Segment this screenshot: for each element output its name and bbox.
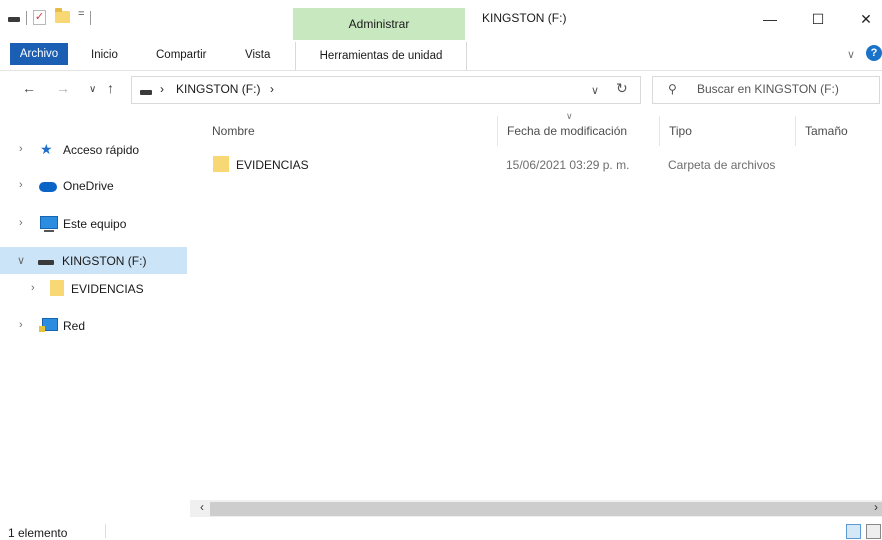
tab-herramientas-de-unidad[interactable]: Herramientas de unidad	[295, 42, 467, 70]
column-divider[interactable]	[659, 116, 660, 146]
breadcrumb-location[interactable]: KINGSTON (F:)	[176, 82, 260, 96]
address-dropdown-icon[interactable]: ∨	[591, 84, 599, 97]
toolbar-divider	[90, 11, 91, 25]
column-header-fecha[interactable]: Fecha de modificación	[507, 124, 627, 138]
forward-button[interactable]: →	[56, 80, 70, 96]
sidebar-item-label: OneDrive	[63, 179, 114, 193]
column-divider[interactable]	[795, 116, 796, 146]
close-button[interactable]: ✕	[844, 6, 882, 32]
column-header-tamano[interactable]: Tamaño	[805, 124, 848, 138]
scrollbar-thumb[interactable]	[210, 502, 882, 516]
sidebar-item-label: Este equipo	[63, 217, 127, 231]
tab-inicio[interactable]: Inicio	[83, 44, 126, 66]
column-header-tipo[interactable]: Tipo	[669, 124, 692, 138]
folder-icon	[50, 280, 64, 296]
search-icon: ⚲	[668, 82, 677, 96]
sidebar-item-kingston[interactable]: ∨ KINGSTON (F:)	[0, 247, 187, 274]
this-pc-icon	[40, 216, 58, 229]
sidebar-item-label: KINGSTON (F:)	[62, 254, 147, 268]
chevron-right-icon[interactable]: ›	[31, 282, 35, 294]
sidebar-item-evidencias[interactable]: › EVIDENCIAS	[0, 276, 187, 302]
file-name[interactable]: EVIDENCIAS	[236, 158, 309, 172]
search-placeholder[interactable]: Buscar en KINGSTON (F:)	[697, 82, 839, 96]
window-title: KINGSTON (F:)	[482, 11, 567, 25]
help-icon[interactable]: ?	[866, 45, 882, 61]
folder-icon	[213, 156, 229, 172]
chevron-right-icon[interactable]: ›	[19, 179, 23, 191]
item-count: 1 elemento	[8, 526, 68, 540]
contextual-group-label: Administrar	[348, 17, 410, 31]
up-button[interactable]: ↑	[107, 80, 114, 96]
new-folder-icon[interactable]	[55, 8, 70, 23]
properties-check-icon[interactable]: ✓	[33, 10, 46, 25]
breadcrumb-separator[interactable]: ›	[270, 82, 274, 96]
sidebar-item-label: Red	[63, 319, 86, 333]
sidebar-item-red[interactable]: › Red	[0, 313, 187, 339]
toolbar-divider	[26, 11, 27, 25]
sidebar-item-label: EVIDENCIAS	[71, 282, 144, 296]
large-icons-view-button[interactable]	[866, 524, 881, 539]
refresh-icon[interactable]: ↻	[616, 80, 628, 97]
chevron-right-icon[interactable]: ›	[19, 319, 23, 331]
tab-archivo[interactable]: Archivo	[10, 43, 68, 65]
scroll-right-arrow-icon[interactable]: ›	[874, 500, 878, 514]
this-pc-stand	[44, 230, 54, 232]
file-type: Carpeta de archivos	[668, 158, 776, 172]
details-view-button[interactable]	[846, 524, 861, 539]
ribbon-collapse-icon[interactable]: ∨	[847, 48, 855, 61]
chevron-down-icon[interactable]: ∨	[17, 254, 25, 267]
navigation-pane	[0, 110, 190, 510]
chevron-right-icon[interactable]: ›	[19, 217, 23, 229]
tab-vista[interactable]: Vista	[237, 44, 278, 66]
onedrive-cloud-icon	[39, 182, 57, 192]
chevron-right-icon[interactable]: ›	[19, 143, 23, 155]
drive-icon	[8, 17, 20, 22]
column-divider[interactable]	[497, 116, 498, 146]
scroll-left-arrow-icon[interactable]: ‹	[200, 500, 204, 514]
network-plug-icon	[39, 326, 45, 332]
usb-drive-icon	[140, 90, 152, 95]
sidebar-item-acceso-rapido[interactable]: › ★ Acceso rápido	[0, 137, 187, 163]
sidebar-item-onedrive[interactable]: › OneDrive	[0, 173, 187, 199]
maximize-button[interactable]: ☐	[796, 6, 840, 32]
usb-drive-icon	[38, 260, 54, 265]
minimize-button[interactable]: —	[748, 6, 792, 32]
sidebar-item-este-equipo[interactable]: › Este equipo	[0, 211, 187, 237]
back-button[interactable]: ←	[22, 80, 36, 96]
status-bar	[0, 518, 882, 540]
customize-quick-access-icon[interactable]: =	[78, 8, 84, 20]
quick-access-star-icon: ★	[40, 141, 53, 157]
column-header-nombre[interactable]: Nombre	[212, 124, 255, 138]
status-divider	[105, 524, 106, 538]
tab-compartir[interactable]: Compartir	[148, 44, 214, 66]
recent-locations-button[interactable]: ∨	[89, 84, 96, 95]
file-modified-date: 15/06/2021 03:29 p. m.	[506, 158, 630, 172]
breadcrumb-separator[interactable]: ›	[160, 82, 164, 96]
sidebar-item-label: Acceso rápido	[63, 143, 140, 157]
sort-indicator-icon: ∨	[566, 111, 573, 121]
